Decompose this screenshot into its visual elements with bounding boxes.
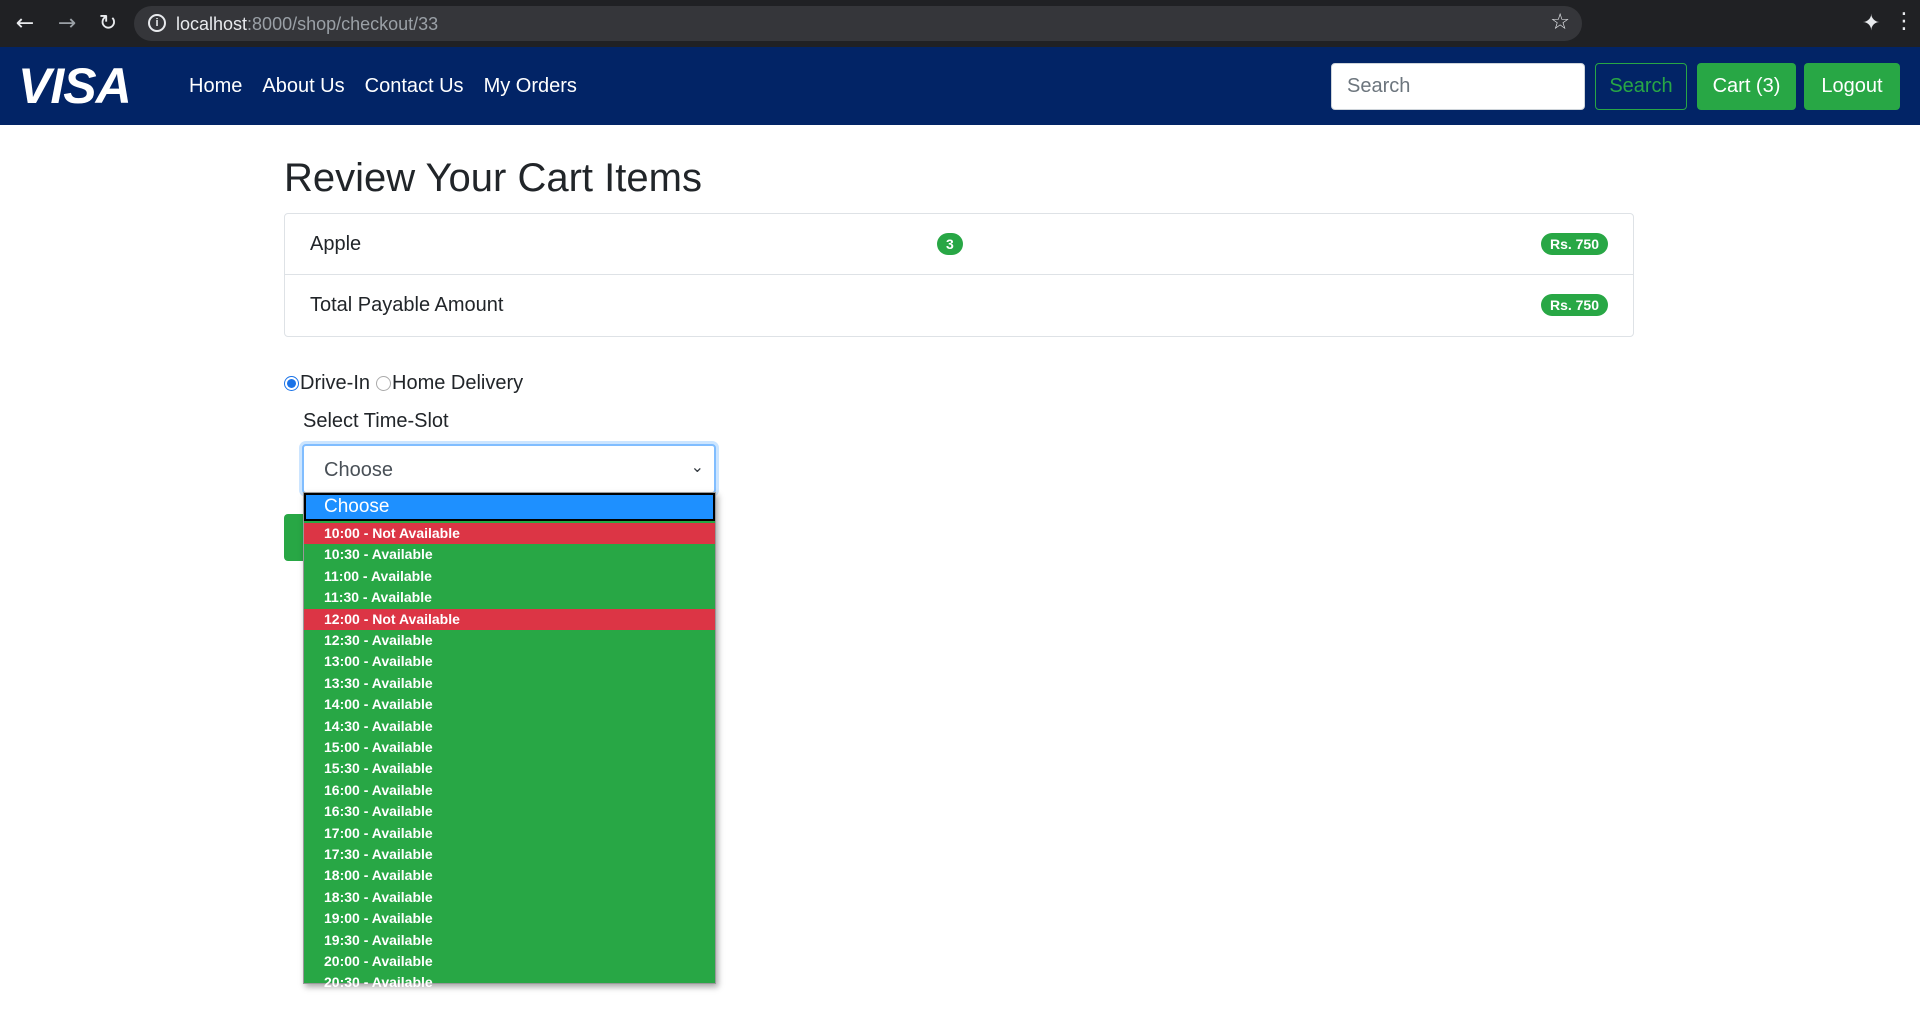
browser-toolbar: ← → ↻ i localhost:8000/shop/checkout/33 … <box>0 0 1920 47</box>
time-slot-option[interactable]: Choose <box>304 493 715 521</box>
cart-item-name: Apple <box>310 233 362 255</box>
time-slot-dropdown[interactable]: Choose 10:00 - Not Available 10:30 - Avail… <box>303 492 716 990</box>
reload-icon[interactable]: ↻ <box>95 11 121 37</box>
time-slot-option[interactable]: 16:00 - Available <box>304 780 715 801</box>
cart-item-qty-badge: 3 <box>937 233 963 255</box>
time-slot-option[interactable]: 10:30 - Available <box>304 544 715 565</box>
nav-contact-link[interactable]: Contact Us <box>365 75 464 98</box>
time-slot-option[interactable]: 12:00 - Not Available <box>304 608 715 630</box>
time-slot-option[interactable]: 17:30 - Available <box>304 844 715 865</box>
extensions-puzzle-icon[interactable]: ✦ <box>1862 11 1880 36</box>
time-slot-selected-value: Choose <box>324 459 393 481</box>
nav-about-link[interactable]: About Us <box>262 75 344 98</box>
time-slot-select[interactable]: Choose ⌄ <box>302 444 716 494</box>
browser-menu-icon[interactable]: ⋮ <box>1893 9 1915 34</box>
url-path: :8000/shop/checkout/33 <box>247 14 439 34</box>
url-text[interactable]: localhost:8000/shop/checkout/33 <box>176 14 438 35</box>
page-title: Review Your Cart Items <box>284 156 702 200</box>
cart-list: Apple 3 Rs. 750 Total Payable Amount Rs.… <box>284 213 1634 337</box>
home-delivery-radio[interactable] <box>376 375 392 391</box>
cart-item-row: Apple 3 Rs. 750 <box>285 214 1633 275</box>
cart-item-price-badge: Rs. 750 <box>1540 233 1608 255</box>
cart-total-row: Total Payable Amount Rs. 750 <box>285 275 1633 336</box>
url-host: localhost <box>176 14 248 34</box>
time-slot-option[interactable]: 11:00 - Available <box>304 566 715 587</box>
nav-home-link[interactable]: Home <box>189 75 242 98</box>
time-slot-option[interactable]: 18:30 - Available <box>304 887 715 908</box>
time-slot-option[interactable]: 18:00 - Available <box>304 865 715 886</box>
time-slot-label: Select Time-Slot <box>303 410 449 432</box>
total-label: Total Payable Amount <box>310 294 504 316</box>
info-icon[interactable]: i <box>148 14 166 32</box>
time-slot-option[interactable]: 14:30 - Available <box>304 716 715 737</box>
time-slot-option[interactable]: 15:30 - Available <box>304 758 715 779</box>
time-slot-option[interactable]: 13:00 - Available <box>304 651 715 672</box>
time-slot-option[interactable]: 19:00 - Available <box>304 908 715 929</box>
time-slot-option[interactable]: 12:30 - Available <box>304 630 715 651</box>
time-slot-option[interactable]: 13:30 - Available <box>304 673 715 694</box>
time-slot-option[interactable]: 14:00 - Available <box>304 694 715 715</box>
drive-in-radio[interactable] <box>284 375 299 391</box>
address-bar[interactable]: i localhost:8000/shop/checkout/33 ☆ <box>134 6 1582 41</box>
time-slot-option[interactable]: 17:00 - Available <box>304 823 715 844</box>
time-slot-option[interactable]: 11:30 - Available <box>304 587 715 608</box>
drive-in-label[interactable]: Drive-In <box>300 372 370 395</box>
visa-logo[interactable]: VISA <box>18 59 160 111</box>
logout-button[interactable]: Logout <box>1804 63 1900 110</box>
nav-links: Home About Us Contact Us My Orders <box>189 47 597 125</box>
time-slot-option[interactable]: 20:30 - Available <box>304 972 715 993</box>
delivery-options: Drive-In Home Delivery <box>284 370 529 396</box>
search-button[interactable]: Search <box>1595 63 1687 110</box>
home-delivery-label[interactable]: Home Delivery <box>392 372 523 395</box>
total-price-badge: Rs. 750 <box>1540 294 1608 316</box>
chevron-down-icon: ⌄ <box>690 457 704 476</box>
forward-arrow-icon[interactable]: → <box>54 11 80 37</box>
svg-text:VISA: VISA <box>18 59 131 111</box>
site-navbar: VISA Home About Us Contact Us My Orders … <box>0 47 1920 125</box>
search-input[interactable] <box>1331 63 1585 110</box>
time-slot-option[interactable]: 15:00 - Available <box>304 737 715 758</box>
time-slot-option[interactable]: 19:30 - Available <box>304 930 715 951</box>
back-arrow-icon[interactable]: ← <box>12 11 38 37</box>
bookmark-star-icon[interactable]: ☆ <box>1550 10 1570 35</box>
time-slot-option[interactable]: 20:00 - Available <box>304 951 715 972</box>
nav-orders-link[interactable]: My Orders <box>484 75 577 98</box>
cart-button[interactable]: Cart (3) <box>1697 63 1796 110</box>
time-slot-option[interactable]: 10:00 - Not Available <box>304 523 715 544</box>
time-slot-option[interactable]: 16:30 - Available <box>304 801 715 822</box>
